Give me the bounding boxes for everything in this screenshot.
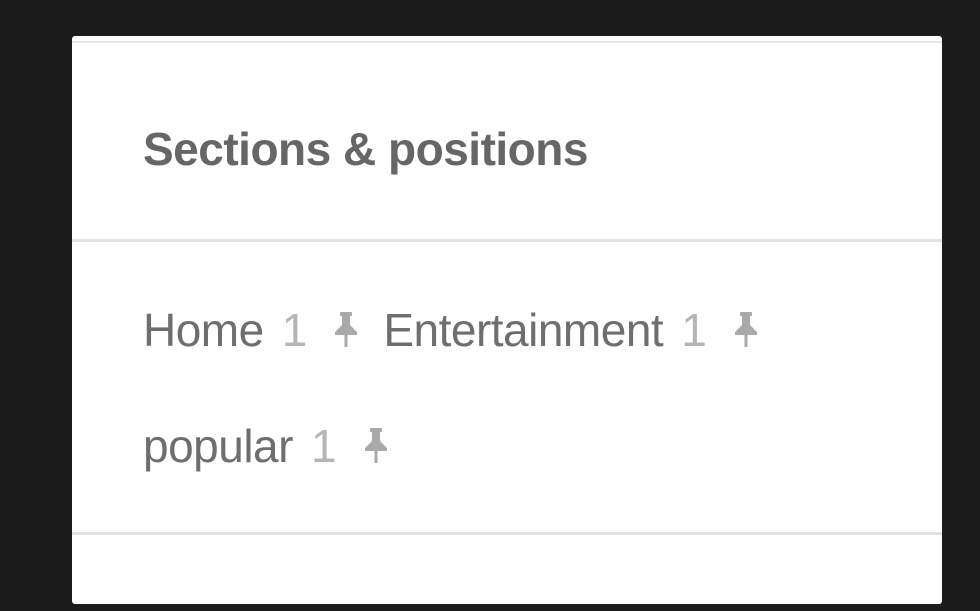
section-name[interactable]: Entertainment <box>383 303 663 357</box>
panel-header: Sections & positions <box>72 36 942 242</box>
section-position: 1 <box>310 420 337 472</box>
pin-icon[interactable] <box>331 311 361 349</box>
section-position: 1 <box>281 304 308 356</box>
section-item-entertainment: Entertainment 1 <box>383 302 760 358</box>
section-list: Home 1 Entertainment 1 popular 1 <box>143 302 903 474</box>
pin-icon[interactable] <box>361 427 391 465</box>
section-item-home: Home 1 <box>143 302 361 358</box>
panel-title: Sections & positions <box>143 123 588 175</box>
panel-body: Home 1 Entertainment 1 popular 1 <box>72 242 942 535</box>
sections-panel: Sections & positions Home 1 Entertainmen… <box>72 36 942 604</box>
pin-icon[interactable] <box>731 311 761 349</box>
section-position: 1 <box>681 304 707 356</box>
section-item-popular: popular 1 <box>143 418 391 474</box>
section-name[interactable]: Home <box>143 303 264 357</box>
section-name[interactable]: popular <box>143 419 293 473</box>
